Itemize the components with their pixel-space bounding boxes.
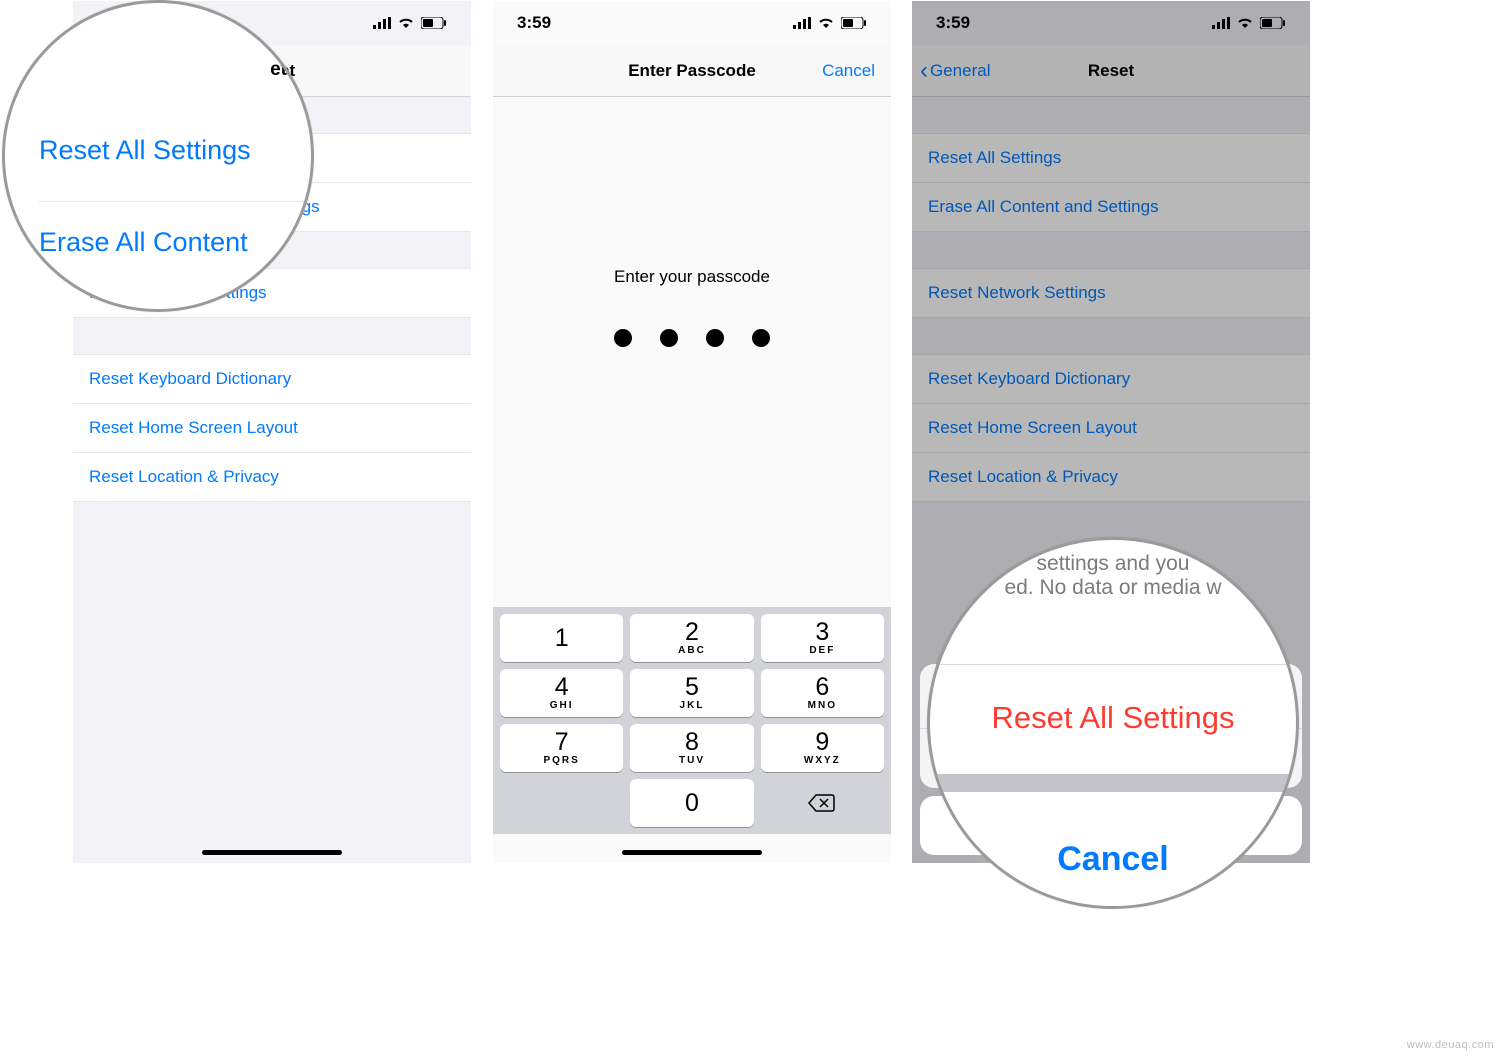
wifi-icon bbox=[817, 17, 835, 29]
magnifier-action-reset[interactable]: Reset All Settings bbox=[930, 700, 1296, 736]
magnifier-row-erase-all[interactable]: Erase All Content bbox=[39, 227, 311, 258]
magnifier-row-reset-all[interactable]: Reset All Settings bbox=[39, 135, 311, 166]
nav-cancel[interactable]: Cancel bbox=[822, 61, 875, 81]
status-icons bbox=[373, 17, 447, 29]
screen-enter-passcode: 3:59 Enter Passcode Cancel Enter your pa… bbox=[493, 1, 891, 863]
key-0[interactable]: 0 bbox=[630, 779, 753, 827]
passcode-area: Enter your passcode bbox=[493, 97, 891, 607]
nav-bar: Enter Passcode Cancel bbox=[493, 45, 891, 97]
magnifier-nav-title-fragment: et bbox=[5, 59, 311, 81]
nav-title: Enter Passcode bbox=[628, 61, 756, 81]
wifi-icon bbox=[397, 17, 415, 29]
status-time: 3:59 bbox=[517, 13, 551, 33]
magnifier-reset-all-settings: et Reset All Settings Erase All Content bbox=[2, 0, 314, 312]
passcode-dot bbox=[660, 329, 678, 347]
delete-icon bbox=[808, 793, 836, 813]
key-5[interactable]: 5JKL bbox=[630, 669, 753, 717]
passcode-dots bbox=[614, 329, 770, 347]
battery-icon bbox=[841, 17, 867, 29]
key-2[interactable]: 2ABC bbox=[630, 614, 753, 662]
row-reset-home-layout[interactable]: Reset Home Screen Layout bbox=[73, 404, 471, 453]
passcode-dot bbox=[614, 329, 632, 347]
key-7[interactable]: 7PQRS bbox=[500, 724, 623, 772]
reset-group-3: Reset Keyboard Dictionary Reset Home Scr… bbox=[73, 354, 471, 502]
key-8[interactable]: 8TUV bbox=[630, 724, 753, 772]
key-6[interactable]: 6MNO bbox=[761, 669, 884, 717]
key-3[interactable]: 3DEF bbox=[761, 614, 884, 662]
home-indicator[interactable] bbox=[202, 850, 342, 855]
watermark: www.deuaq.com bbox=[1407, 1039, 1494, 1051]
battery-icon bbox=[421, 17, 447, 29]
passcode-dot bbox=[752, 329, 770, 347]
row-reset-keyboard[interactable]: Reset Keyboard Dictionary bbox=[73, 354, 471, 404]
numeric-keypad: 1 2ABC 3DEF 4GHI 5JKL 6MNO 7PQRS 8TUV 9W… bbox=[493, 607, 891, 834]
status-bar: 3:59 bbox=[493, 1, 891, 45]
key-4[interactable]: 4GHI bbox=[500, 669, 623, 717]
key-blank bbox=[500, 779, 623, 827]
cellular-icon bbox=[793, 17, 811, 29]
magnifier-sheet-message: settings and you ed. No data or media w bbox=[930, 552, 1296, 600]
key-1[interactable]: 1 bbox=[500, 614, 623, 662]
passcode-dot bbox=[706, 329, 724, 347]
key-delete[interactable] bbox=[761, 779, 884, 827]
key-9[interactable]: 9WXYZ bbox=[761, 724, 884, 772]
home-indicator[interactable] bbox=[622, 850, 762, 855]
row-reset-location[interactable]: Reset Location & Privacy bbox=[73, 453, 471, 502]
status-icons bbox=[793, 17, 867, 29]
cellular-icon bbox=[373, 17, 391, 29]
magnifier-confirm-dialog: settings and you ed. No data or media w … bbox=[927, 537, 1299, 909]
magnifier-action-cancel[interactable]: Cancel bbox=[930, 792, 1296, 906]
passcode-prompt: Enter your passcode bbox=[614, 267, 770, 287]
